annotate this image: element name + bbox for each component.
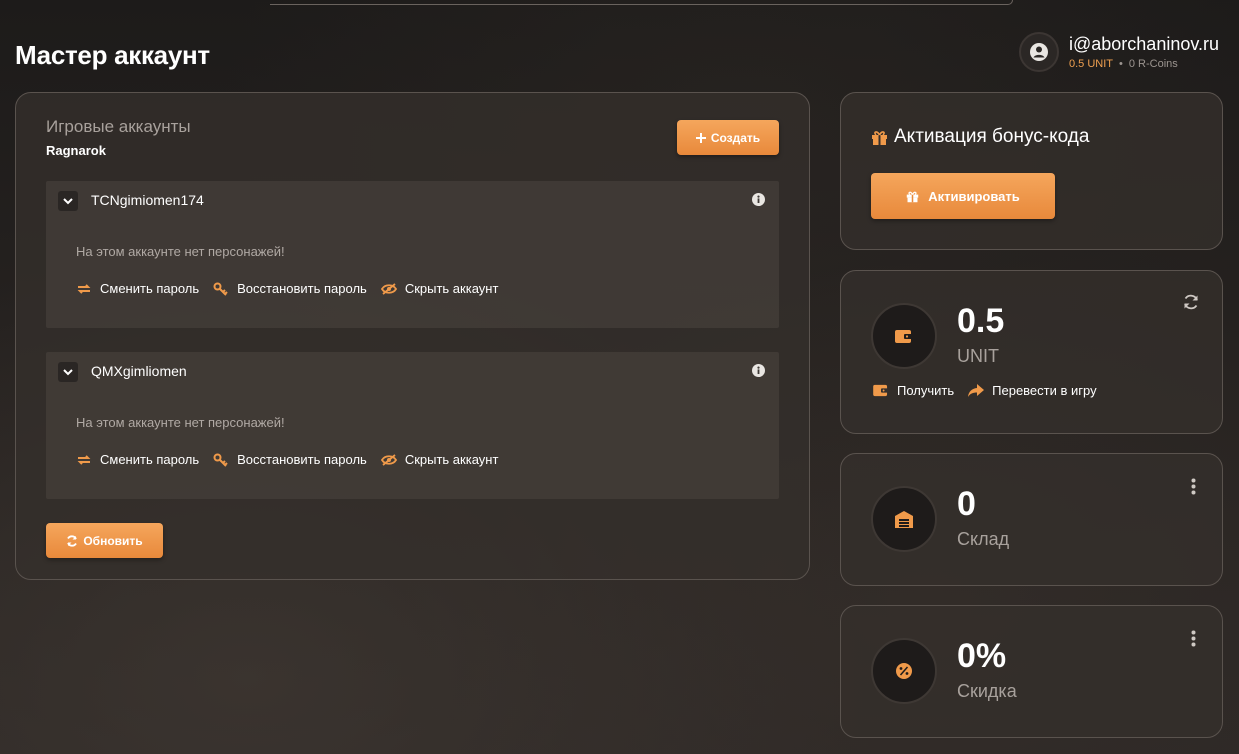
refresh-button[interactable]: Обновить	[46, 523, 163, 558]
bonus-title-text: Активация бонус-кода	[894, 126, 1090, 147]
transfer-link[interactable]: Перевести в игру	[968, 383, 1097, 398]
change-password-label: Сменить пароль	[100, 281, 200, 296]
stock-card: 0 Склад	[840, 453, 1223, 586]
hide-account-link[interactable]: Скрыть аккаунт	[380, 452, 499, 467]
share-icon	[968, 384, 985, 397]
key-icon	[213, 282, 229, 296]
chevron-down-icon	[63, 197, 73, 204]
account-name: TCNgimiomen174	[91, 192, 204, 208]
get-unit-link[interactable]: Получить	[873, 383, 954, 398]
swap-icon	[76, 283, 92, 295]
rcoins-balance: 0 R-Coins	[1128, 58, 1178, 70]
account-name: QMXgimliomen	[91, 363, 187, 379]
info-icon[interactable]	[752, 193, 765, 211]
unit-balance-card: 0.5 UNIT Получить Перевести в игру	[840, 270, 1223, 434]
wallet-icon	[895, 329, 913, 343]
change-password-link[interactable]: Сменить пароль	[76, 452, 199, 467]
change-password-link[interactable]: Сменить пароль	[76, 281, 199, 296]
top-nav-edge	[270, 0, 1013, 5]
hide-account-label: Скрыть аккаунт	[404, 281, 499, 296]
refresh-icon	[66, 534, 78, 547]
account-toggle[interactable]	[58, 362, 78, 382]
wallet-badge	[871, 303, 937, 369]
activate-button[interactable]: Активировать	[871, 173, 1055, 219]
unit-value: 0.5	[957, 302, 1005, 340]
accounts-game: Ragnarok	[46, 143, 106, 158]
user-email: i@aborchaninov.ru	[1069, 34, 1220, 54]
stock-label: Склад	[957, 529, 1010, 549]
user-balance: 0.5 UNIT • 0 R-Coins	[1069, 58, 1219, 70]
discount-card: 0% Скидка	[840, 605, 1223, 738]
discount-label: Скидка	[957, 681, 1017, 701]
restore-password-label: Восстановить пароль	[237, 281, 367, 296]
bonus-title: Активация бонус-кода	[871, 126, 1089, 148]
swap-icon	[76, 454, 92, 466]
discount-badge	[871, 638, 937, 704]
gift-icon	[871, 129, 888, 146]
account-panel: QMXgimliomen На этом аккаунте нет персон…	[46, 352, 779, 499]
plus-icon	[695, 132, 706, 143]
restore-password-label: Восстановить пароль	[237, 452, 367, 467]
hide-account-link[interactable]: Скрыть аккаунт	[380, 281, 499, 296]
more-vertical-icon[interactable]	[1191, 478, 1196, 495]
more-vertical-icon[interactable]	[1191, 630, 1196, 647]
user-icon	[1030, 43, 1048, 61]
transfer-label: Перевести в игру	[992, 383, 1097, 398]
discount-icon	[896, 663, 912, 679]
account-empty-text: На этом аккаунте нет персонажей!	[76, 244, 285, 259]
unit-actions: Получить Перевести в игру	[873, 383, 1111, 398]
restore-password-link[interactable]: Восстановить пароль	[213, 452, 367, 467]
user-box[interactable]: i@aborchaninov.ru 0.5 UNIT • 0 R-Coins	[1019, 30, 1219, 74]
info-icon[interactable]	[752, 364, 765, 382]
accounts-title: Игровые аккаунты	[46, 117, 191, 136]
chevron-down-icon	[63, 368, 73, 375]
hide-account-label: Скрыть аккаунт	[404, 452, 499, 467]
create-account-button[interactable]: Создать	[677, 120, 779, 155]
page-title: Мастер аккаунт	[15, 40, 210, 70]
user-info: i@aborchaninov.ru 0.5 UNIT • 0 R-Coins	[1069, 34, 1219, 70]
wallet-icon	[873, 384, 889, 397]
warehouse-badge	[871, 486, 937, 552]
balance-separator: •	[1119, 58, 1123, 70]
unit-balance: 0.5 UNIT	[1069, 58, 1114, 70]
account-actions: Сменить пароль Восстановить пароль Скрыт…	[76, 281, 512, 296]
account-empty-text: На этом аккаунте нет персонажей!	[76, 415, 285, 430]
sync-icon[interactable]	[1182, 293, 1200, 311]
restore-password-link[interactable]: Восстановить пароль	[213, 281, 367, 296]
warehouse-icon	[895, 510, 913, 528]
game-accounts-card: Игровые аккаунты Ragnarok Создать TCNgim…	[15, 92, 810, 580]
stock-value: 0	[957, 485, 976, 523]
gift-icon	[906, 190, 919, 203]
get-unit-label: Получить	[897, 383, 955, 398]
bonus-code-card: Активация бонус-кода Активировать	[840, 92, 1223, 250]
create-account-label: Создать	[710, 130, 761, 145]
avatar[interactable]	[1019, 32, 1059, 72]
activate-label: Активировать	[928, 188, 1020, 204]
account-toggle[interactable]	[58, 191, 78, 211]
eye-slash-icon	[380, 282, 397, 295]
unit-label: UNIT	[957, 346, 999, 366]
change-password-label: Сменить пароль	[100, 452, 200, 467]
refresh-label: Обновить	[83, 533, 143, 548]
discount-value: 0%	[957, 637, 1007, 675]
account-panel: TCNgimiomen174 На этом аккаунте нет перс…	[46, 181, 779, 328]
eye-slash-icon	[380, 453, 397, 466]
key-icon	[213, 453, 229, 467]
account-actions: Сменить пароль Восстановить пароль Скрыт…	[76, 452, 512, 467]
